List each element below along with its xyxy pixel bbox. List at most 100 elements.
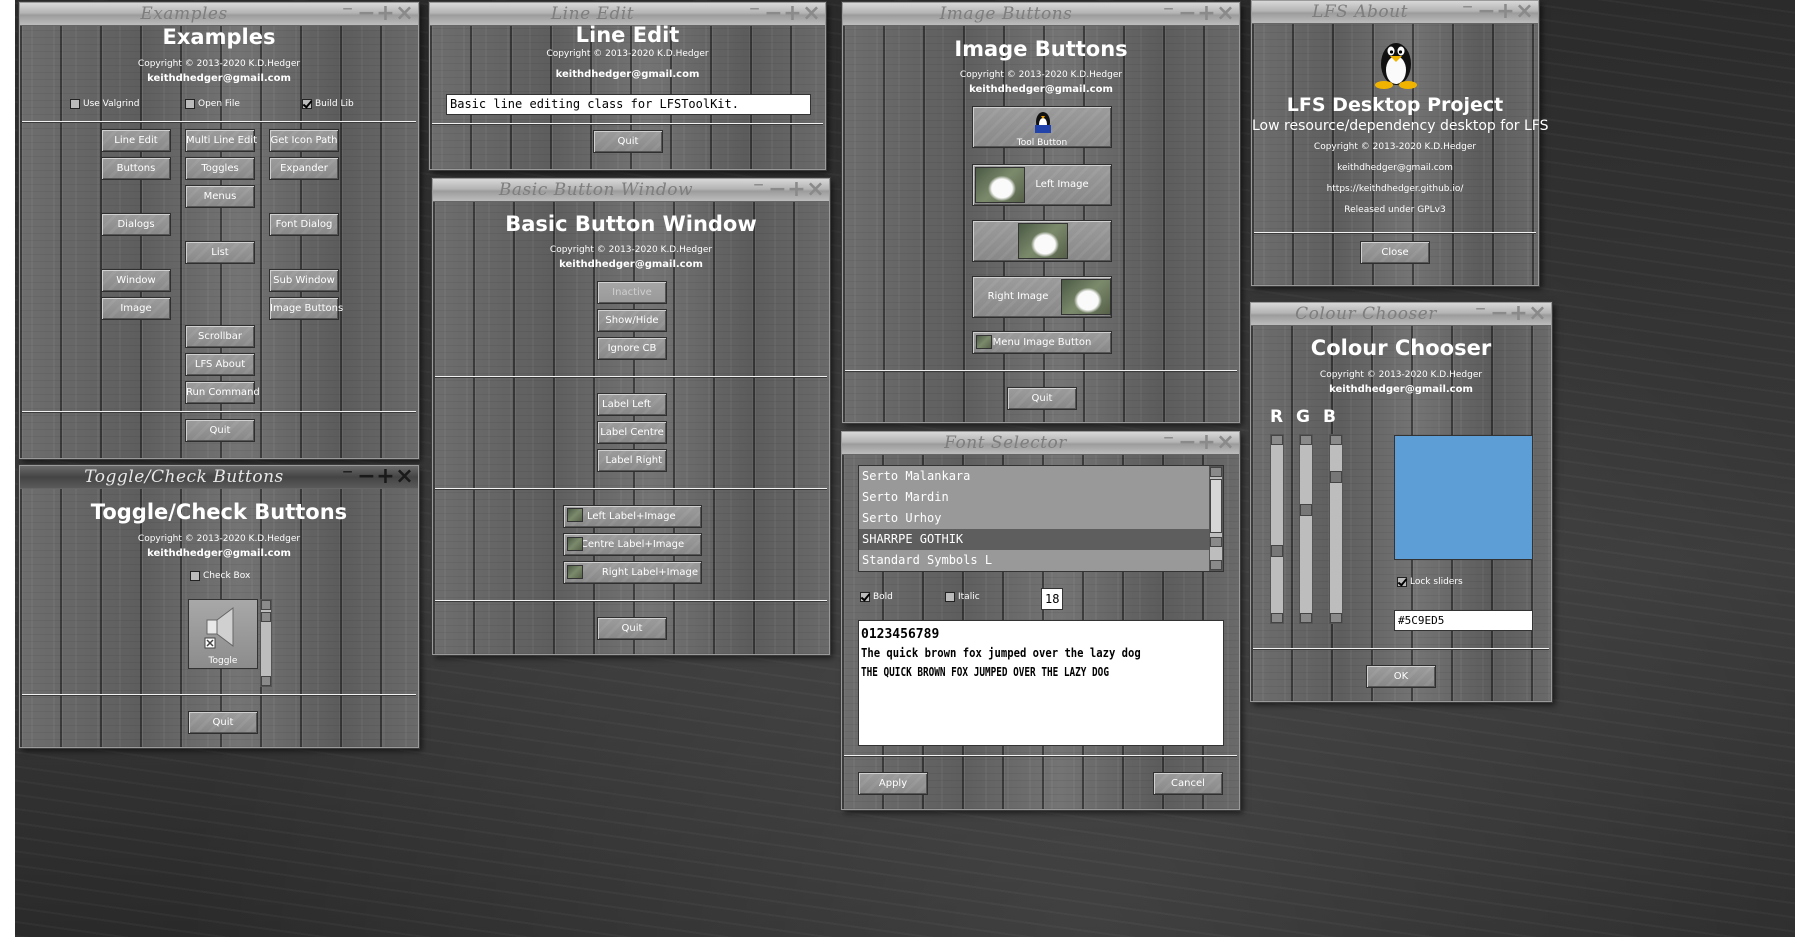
font-dialog-button[interactable]: Font Dialog: [269, 213, 339, 236]
close-icon[interactable]: ×: [806, 179, 825, 201]
left-image-button[interactable]: Left Image: [972, 164, 1112, 206]
lock-sliders-checkbox[interactable]: Lock sliders: [1397, 577, 1463, 587]
minimize-icon[interactable]: −: [764, 3, 783, 25]
font-list[interactable]: Serto Malankara Serto Mardin Serto Urhoy SH…: [858, 465, 1224, 572]
blue-slider[interactable]: [1329, 434, 1343, 624]
quit-button[interactable]: Quit: [593, 130, 663, 153]
shade-icon[interactable]: ⁻: [1159, 3, 1178, 25]
bold-checkbox[interactable]: Bold: [860, 592, 893, 602]
lfs-about-title-bar[interactable]: LFS About ⁻ −+×: [1252, 1, 1538, 24]
minimize-icon[interactable]: −: [1178, 432, 1197, 454]
scroll-thumb[interactable]: [261, 612, 271, 622]
green-slider[interactable]: [1299, 434, 1313, 624]
maximize-icon[interactable]: +: [376, 3, 395, 25]
scroll-up-arrow[interactable]: [1210, 467, 1222, 477]
examples-title-bar[interactable]: Examples ⁻ −+×: [20, 3, 418, 26]
slider-up-arrow[interactable]: [1330, 435, 1342, 445]
basic-button-title-bar[interactable]: Basic Button Window ⁻ −+×: [433, 179, 829, 202]
minimize-icon[interactable]: −: [357, 466, 376, 488]
font-size-input[interactable]: 18: [1041, 588, 1063, 610]
slider-down-arrow[interactable]: [1330, 613, 1342, 623]
use-valgrind-checkbox[interactable]: Use Valgrind: [70, 99, 139, 109]
font-list-item[interactable]: Standard Symbols L: [859, 550, 1210, 571]
close-icon[interactable]: ×: [395, 466, 414, 488]
font-list-item[interactable]: Serto Malankara: [859, 466, 1210, 487]
slider-up-arrow[interactable]: [1300, 435, 1312, 445]
scroll-up-arrow[interactable]: [261, 600, 271, 610]
slider-thumb[interactable]: [1330, 471, 1342, 483]
shade-icon[interactable]: ⁻: [1471, 303, 1490, 325]
centre-label-image-button[interactable]: Centre Label+Image: [563, 533, 702, 556]
close-icon[interactable]: ×: [1216, 432, 1235, 454]
maximize-icon[interactable]: +: [787, 179, 806, 201]
quit-button[interactable]: Quit: [185, 419, 255, 442]
shade-icon[interactable]: ⁻: [338, 466, 357, 488]
close-icon[interactable]: ×: [1216, 3, 1235, 25]
italic-checkbox[interactable]: Italic: [945, 592, 980, 602]
dialogs-button[interactable]: Dialogs: [101, 213, 171, 236]
menus-button[interactable]: Menus: [185, 185, 255, 208]
font-list-scrollbar[interactable]: [1209, 466, 1223, 571]
left-label-image-button[interactable]: Left Label+Image: [563, 505, 702, 528]
toggle-button[interactable]: Toggle: [188, 599, 258, 669]
close-icon[interactable]: ×: [1528, 303, 1547, 325]
image-buttons-button[interactable]: Image Buttons: [269, 297, 343, 320]
colour-chooser-title-bar[interactable]: Colour Chooser ⁻ −+×: [1251, 303, 1551, 326]
sub-window-button[interactable]: Sub Window: [269, 269, 339, 292]
expander-button[interactable]: Expander: [269, 157, 339, 180]
minimize-icon[interactable]: −: [768, 179, 787, 201]
close-icon[interactable]: ×: [395, 3, 414, 25]
image-only-button[interactable]: [972, 220, 1112, 262]
minimize-icon[interactable]: −: [1178, 3, 1197, 25]
scroll-thumb[interactable]: [1210, 479, 1222, 533]
close-icon[interactable]: ×: [802, 3, 821, 25]
window-button[interactable]: Window: [101, 269, 171, 292]
toggle-title-bar[interactable]: Toggle/Check Buttons ⁻ −+×: [20, 466, 418, 489]
multi-line-edit-button[interactable]: Multi Line Edit: [185, 129, 257, 152]
shade-icon[interactable]: ⁻: [338, 3, 357, 25]
shade-icon[interactable]: ⁻: [1159, 432, 1178, 454]
right-label-image-button[interactable]: Right Label+Image: [563, 561, 702, 584]
ok-button[interactable]: OK: [1366, 665, 1436, 688]
cancel-button[interactable]: Cancel: [1153, 772, 1223, 795]
scroll-down-arrow[interactable]: [1210, 560, 1222, 570]
red-slider[interactable]: [1270, 434, 1284, 624]
line-edit-input[interactable]: Basic line editing class for LFSToolKit.: [446, 94, 811, 115]
get-icon-path-button[interactable]: Get Icon Path: [269, 129, 339, 152]
hex-colour-input[interactable]: #5C9ED5: [1394, 610, 1533, 631]
label-left-button[interactable]: Label Left: [597, 393, 667, 416]
font-list-item[interactable]: Serto Mardin: [859, 487, 1210, 508]
slider-down-arrow[interactable]: [1271, 613, 1283, 623]
open-file-checkbox[interactable]: Open File: [185, 99, 240, 109]
close-button[interactable]: Close: [1360, 241, 1430, 264]
build-lib-checkbox[interactable]: Build Lib: [302, 99, 354, 109]
maximize-icon[interactable]: +: [783, 3, 802, 25]
apply-button[interactable]: Apply: [858, 772, 928, 795]
toggle-scrollbar[interactable]: [260, 599, 272, 687]
minimize-icon[interactable]: −: [1490, 303, 1509, 325]
check-box[interactable]: Check Box: [190, 571, 250, 581]
lfs-about-button[interactable]: LFS About: [185, 353, 255, 376]
toggles-button[interactable]: Toggles: [185, 157, 255, 180]
slider-up-arrow[interactable]: [1271, 435, 1283, 445]
close-icon[interactable]: ×: [1515, 1, 1534, 23]
run-command-button[interactable]: Run Command: [185, 381, 260, 404]
maximize-icon[interactable]: +: [1496, 1, 1515, 23]
font-list-item[interactable]: SHARRPE GOTHIK: [859, 529, 1210, 550]
slider-down-arrow[interactable]: [1300, 613, 1312, 623]
scroll-down-arrow[interactable]: [261, 676, 271, 686]
minimize-icon[interactable]: −: [357, 3, 376, 25]
tool-button[interactable]: Tool Button: [972, 106, 1112, 148]
maximize-icon[interactable]: +: [1197, 432, 1216, 454]
shade-icon[interactable]: ⁻: [1458, 1, 1477, 23]
image-buttons-title-bar[interactable]: Image Buttons ⁻ −+×: [843, 3, 1239, 26]
quit-button[interactable]: Quit: [1007, 387, 1077, 410]
shade-icon[interactable]: ⁻: [745, 3, 764, 25]
quit-button[interactable]: Quit: [597, 617, 667, 640]
maximize-icon[interactable]: +: [1509, 303, 1528, 325]
maximize-icon[interactable]: +: [1197, 3, 1216, 25]
font-selector-title-bar[interactable]: Font Selector ⁻ −+×: [842, 432, 1239, 455]
ignore-cb-button[interactable]: Ignore CB: [597, 337, 667, 360]
minimize-icon[interactable]: −: [1477, 1, 1496, 23]
list-button[interactable]: List: [185, 241, 255, 264]
